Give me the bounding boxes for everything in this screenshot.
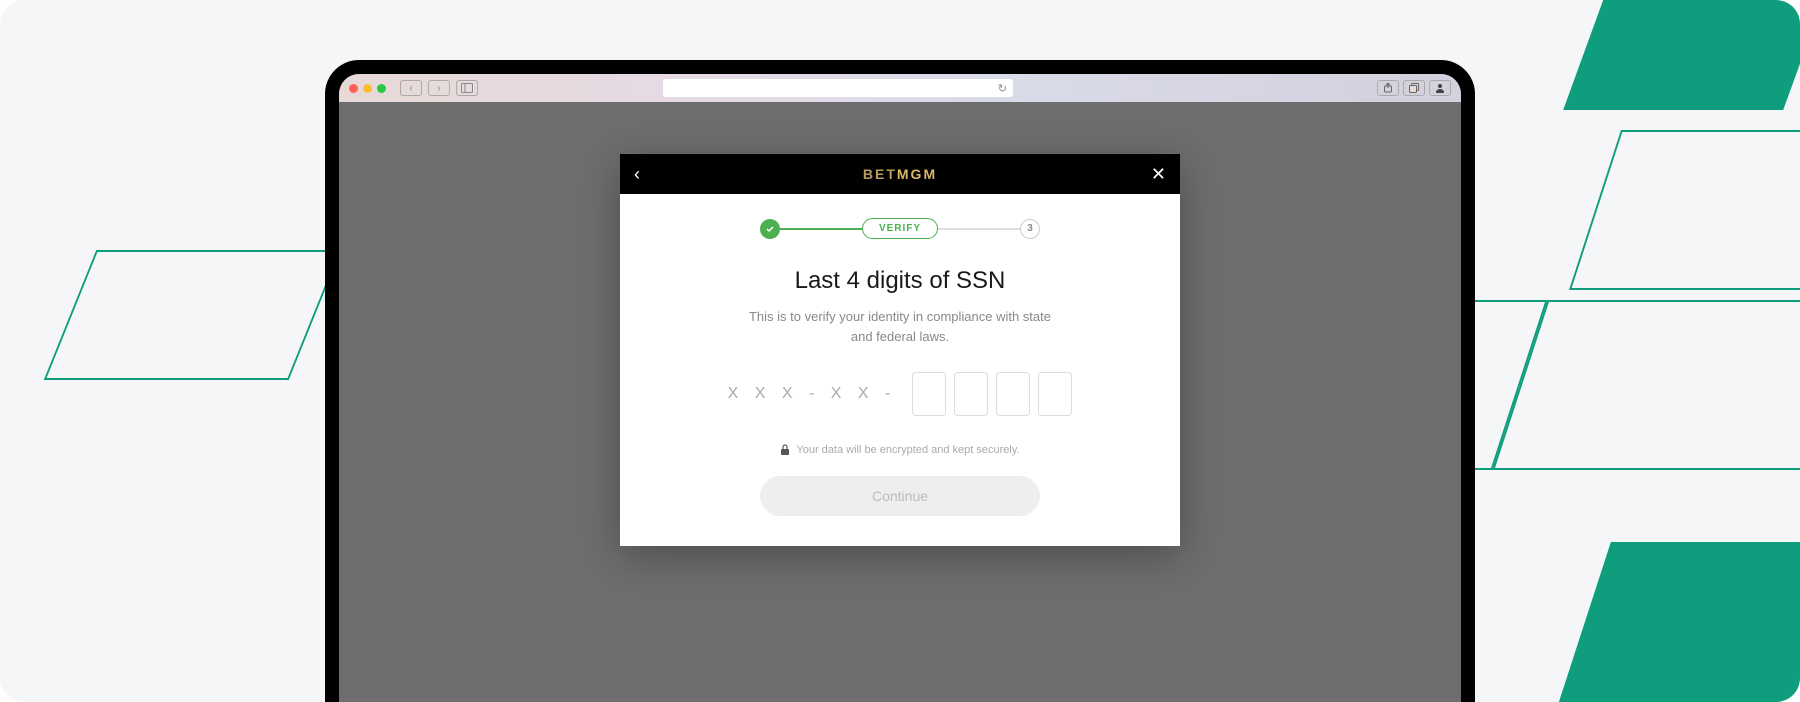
step-connector [938,228,1020,230]
user-button[interactable] [1429,80,1451,96]
url-bar[interactable]: ↻ [663,79,1013,97]
forward-button[interactable]: › [428,80,450,96]
sidebar-button[interactable] [456,80,478,96]
tabs-icon [1409,83,1419,93]
browser-toolbar: ‹ › ↻ [339,74,1461,102]
step-2-current: VERIFY [862,218,938,239]
ssn-input-row: X X X - X X - [660,372,1140,416]
maximize-window-icon[interactable] [377,84,386,93]
ssn-digit-group [912,372,1072,416]
logo-suffix: MGM [897,166,937,182]
close-window-icon[interactable] [349,84,358,93]
refresh-icon[interactable]: ↻ [998,82,1007,95]
decorative-shape [1549,542,1800,702]
ssn-digit-4[interactable] [1038,372,1072,416]
progress-stepper: VERIFY 3 [660,218,1140,239]
security-note: Your data will be encrypted and kept sec… [660,444,1140,456]
back-button[interactable]: ‹ [400,80,422,96]
minimize-window-icon[interactable] [363,84,372,93]
brand-logo: BETMGM [863,166,937,182]
modal-body: VERIFY 3 Last 4 digits of SSN This is to… [620,194,1180,546]
decorative-shape [1563,0,1800,110]
step-1-done [760,219,780,239]
close-icon[interactable]: ✕ [1151,164,1166,185]
ssn-digit-2[interactable] [954,372,988,416]
ssn-mask-label: X X X - X X - [728,385,897,403]
ssn-digit-1[interactable] [912,372,946,416]
page-subtitle: This is to verify your identity in compl… [740,307,1060,346]
modal-header: ‹ BETMGM ✕ [620,154,1180,194]
decorative-shape [1569,130,1800,290]
logo-prefix: BET [863,166,897,182]
window-controls [349,84,386,93]
checkmark-icon [765,224,775,234]
lock-icon [780,444,790,456]
step-connector [780,228,862,230]
ssn-digit-3[interactable] [996,372,1030,416]
page-title: Last 4 digits of SSN [660,267,1140,295]
tabs-button[interactable] [1403,80,1425,96]
decorative-shape [44,250,342,380]
laptop-screen: ‹ › ↻ [339,74,1461,702]
verification-modal: ‹ BETMGM ✕ VERIFY 3 [620,154,1180,546]
share-button[interactable] [1377,80,1399,96]
page-background: ‹ › ↻ [0,0,1800,702]
back-icon[interactable]: ‹ [634,164,640,185]
user-icon [1435,83,1445,93]
step-3-pending: 3 [1020,219,1040,239]
continue-button[interactable]: Continue [760,476,1040,516]
share-icon [1383,83,1393,93]
sidebar-icon [461,83,473,93]
laptop-frame: ‹ › ↻ [325,60,1475,702]
security-note-text: Your data will be encrypted and kept sec… [796,444,1019,456]
